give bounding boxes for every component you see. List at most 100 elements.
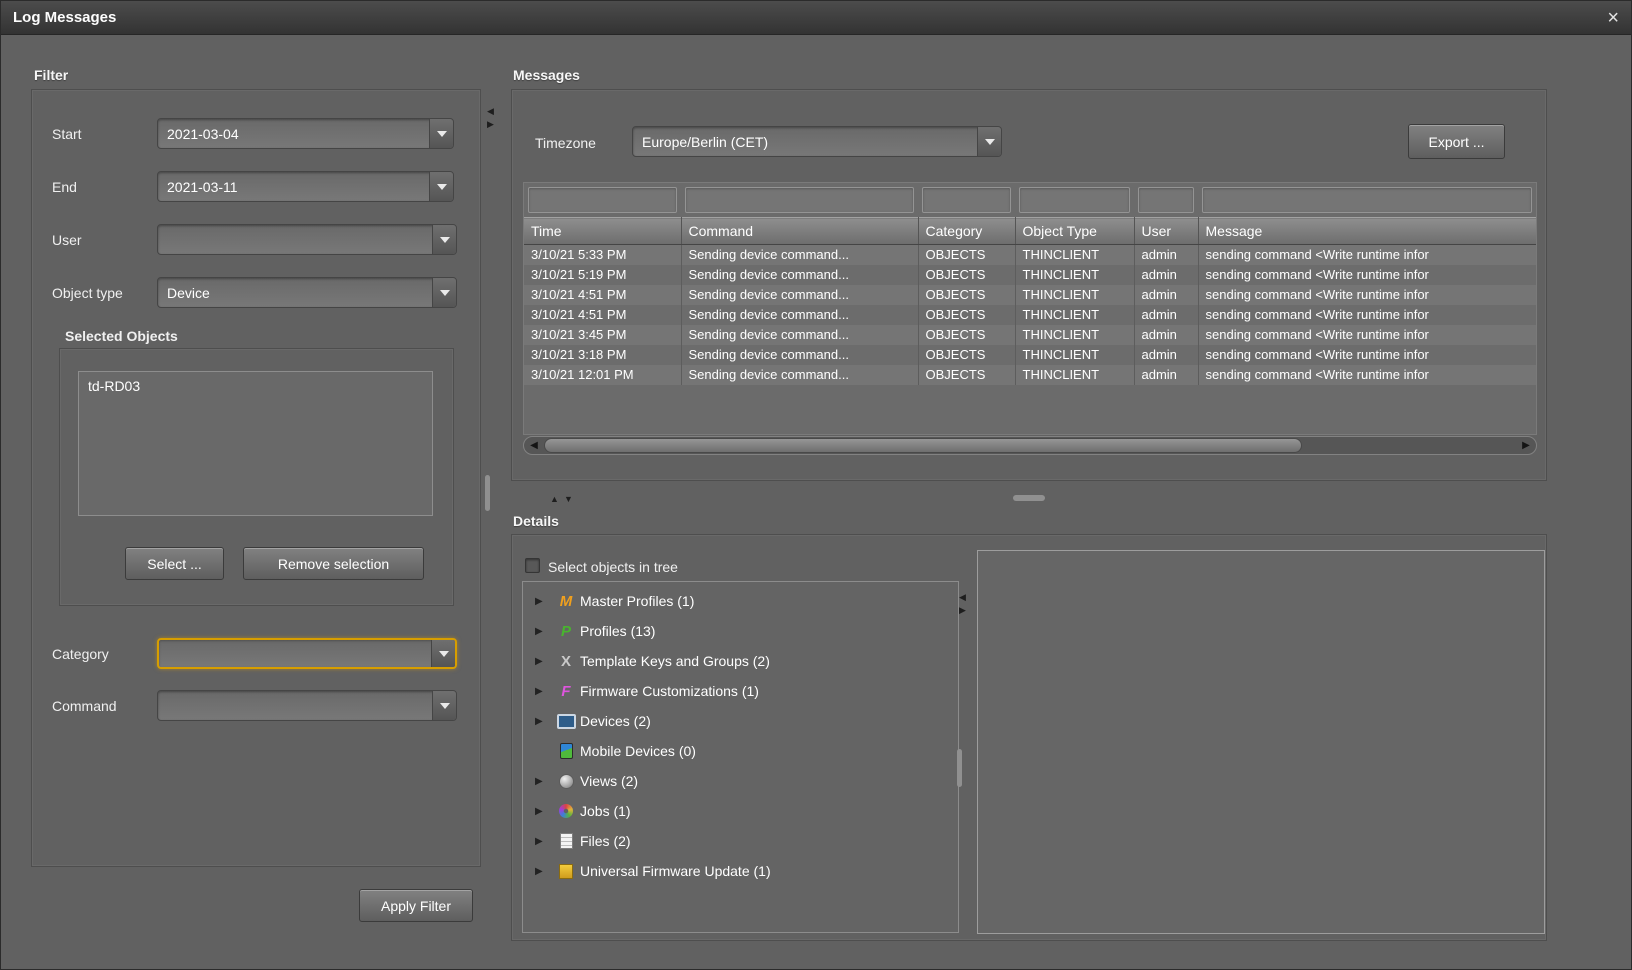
tree-item[interactable]: ▶Devices (2)	[523, 706, 958, 736]
category-combobox[interactable]	[157, 638, 457, 669]
tree-item-label: Profiles (13)	[580, 623, 655, 639]
collapse-up-icon[interactable]: ▲	[550, 495, 559, 504]
end-date-field[interactable]: 2021-03-11	[157, 171, 454, 202]
tree-item[interactable]: ▶ Jobs (1)	[523, 796, 958, 826]
column-header[interactable]: Time	[524, 218, 681, 245]
expand-arrow-icon[interactable]: ▶	[535, 716, 555, 727]
chevron-down-icon[interactable]	[432, 278, 456, 307]
table-row[interactable]: 3/10/21 5:19 PMSending device command...…	[524, 265, 1536, 285]
expand-arrow-icon[interactable]: ▶	[535, 656, 555, 667]
table-cell: Sending device command...	[681, 265, 918, 285]
column-header[interactable]: Message	[1198, 218, 1536, 245]
table-cell: 3/10/21 12:01 PM	[524, 365, 681, 385]
expand-arrow-icon[interactable]: ▶	[535, 836, 555, 847]
tree-item[interactable]: ▶Files (2)	[523, 826, 958, 856]
table-filter-cell	[918, 183, 1015, 218]
collapse-tree-left-icon[interactable]: ◀	[959, 593, 966, 602]
horizontal-scrollbar[interactable]: ◀ ▶	[523, 436, 1537, 455]
select-objects-checkbox[interactable]	[525, 558, 540, 573]
column-header[interactable]: User	[1134, 218, 1198, 245]
start-date-value: 2021-03-04	[158, 126, 429, 142]
column-filter-input[interactable]	[922, 187, 1011, 213]
column-filter-input[interactable]	[685, 187, 914, 213]
close-icon[interactable]: ×	[1607, 8, 1619, 28]
column-filter-input[interactable]	[1202, 187, 1532, 213]
master-profiles-icon	[555, 592, 577, 610]
expand-right-icon[interactable]: ▶	[487, 120, 494, 129]
tree-item[interactable]: Mobile Devices (0)	[523, 736, 958, 766]
scroll-left-icon[interactable]: ◀	[527, 439, 541, 453]
table-row[interactable]: 3/10/21 4:51 PMSending device command...…	[524, 285, 1536, 305]
tree-item-label: Master Profiles (1)	[580, 593, 694, 609]
vertical-splitter-handle[interactable]	[485, 475, 490, 511]
profiles-icon	[555, 622, 577, 640]
chevron-down-icon[interactable]	[977, 127, 1001, 156]
object-type-combobox[interactable]: Device	[157, 277, 457, 308]
tree-item-label: Jobs (1)	[580, 803, 631, 819]
details-tree[interactable]: ▶ Master Profiles (1) ▶ Profiles (13) ▶Templ…	[522, 581, 959, 933]
chevron-down-icon[interactable]	[429, 119, 453, 148]
expand-down-icon[interactable]: ▼	[564, 495, 573, 504]
timezone-label: Timezone	[535, 135, 596, 151]
log-messages-window: Log Messages × Filter Start 2021-03-04 E…	[0, 0, 1632, 970]
column-header[interactable]: Command	[681, 218, 918, 245]
column-header[interactable]: Object Type	[1015, 218, 1134, 245]
table-cell: sending command <Write runtime infor	[1198, 345, 1536, 365]
apply-filter-button[interactable]: Apply Filter	[359, 889, 473, 922]
table-filter-cell	[1134, 183, 1198, 218]
remove-selection-button[interactable]: Remove selection	[243, 547, 424, 580]
chevron-down-icon[interactable]	[429, 172, 453, 201]
table-cell: 3/10/21 5:19 PM	[524, 265, 681, 285]
user-combobox[interactable]	[157, 224, 457, 255]
scroll-right-icon[interactable]: ▶	[1519, 439, 1533, 453]
timezone-combobox[interactable]: Europe/Berlin (CET)	[632, 126, 1002, 157]
expand-arrow-icon[interactable]: ▶	[535, 596, 555, 607]
column-header[interactable]: Category	[918, 218, 1015, 245]
tree-item[interactable]: ▶Template Keys and Groups (2)	[523, 646, 958, 676]
expand-arrow-icon[interactable]: ▶	[535, 866, 555, 877]
template-keys-icon	[555, 652, 577, 670]
scrollbar-thumb[interactable]	[544, 438, 1302, 453]
expand-arrow-icon[interactable]: ▶	[535, 776, 555, 787]
selected-objects-list[interactable]: td-RD03	[78, 371, 433, 516]
titlebar: Log Messages ×	[1, 1, 1631, 35]
table-row[interactable]: 3/10/21 12:01 PMSending device command..…	[524, 365, 1536, 385]
details-text-panel	[977, 550, 1545, 934]
command-combobox[interactable]	[157, 690, 457, 721]
chevron-down-icon[interactable]	[431, 640, 455, 667]
details-splitter-handle[interactable]	[957, 749, 962, 787]
tree-item[interactable]: ▶ Profiles (13)	[523, 616, 958, 646]
table-row[interactable]: 3/10/21 3:45 PMSending device command...…	[524, 325, 1536, 345]
tree-item[interactable]: ▶ Master Profiles (1)	[523, 586, 958, 616]
expand-arrow-icon[interactable]: ▶	[535, 806, 555, 817]
tree-item[interactable]: ▶Views (2)	[523, 766, 958, 796]
devices-icon	[555, 712, 577, 730]
table-row[interactable]: 3/10/21 4:51 PMSending device command...…	[524, 305, 1536, 325]
table-row[interactable]: 3/10/21 3:18 PMSending device command...…	[524, 345, 1536, 365]
column-filter-input[interactable]	[1019, 187, 1130, 213]
table-cell: THINCLIENT	[1015, 345, 1134, 365]
expand-arrow-icon[interactable]: ▶	[535, 686, 555, 697]
tree-item[interactable]: ▶Universal Firmware Update (1)	[523, 856, 958, 886]
table-cell: admin	[1134, 365, 1198, 385]
start-date-field[interactable]: 2021-03-04	[157, 118, 454, 149]
column-filter-input[interactable]	[1138, 187, 1194, 213]
table-cell: OBJECTS	[918, 305, 1015, 325]
chevron-down-icon[interactable]	[432, 691, 456, 720]
collapse-left-icon[interactable]: ◀	[487, 107, 494, 116]
tree-item-label: Firmware Customizations (1)	[580, 683, 759, 699]
table-cell: sending command <Write runtime infor	[1198, 245, 1536, 266]
column-filter-input[interactable]	[528, 187, 677, 213]
export-button[interactable]: Export ...	[1408, 124, 1505, 159]
table-row[interactable]: 3/10/21 5:33 PMSending device command...…	[524, 245, 1536, 266]
table-cell: THINCLIENT	[1015, 365, 1134, 385]
mobile-devices-icon	[555, 742, 577, 760]
select-button[interactable]: Select ...	[125, 547, 224, 580]
expand-tree-right-icon[interactable]: ▶	[959, 606, 966, 615]
tree-item[interactable]: ▶ Firmware Customizations (1)	[523, 676, 958, 706]
horizontal-splitter-handle[interactable]	[1013, 495, 1045, 501]
selected-object-item[interactable]: td-RD03	[79, 372, 432, 396]
expand-arrow-icon[interactable]: ▶	[535, 626, 555, 637]
chevron-down-icon[interactable]	[432, 225, 456, 254]
table-cell: OBJECTS	[918, 325, 1015, 345]
